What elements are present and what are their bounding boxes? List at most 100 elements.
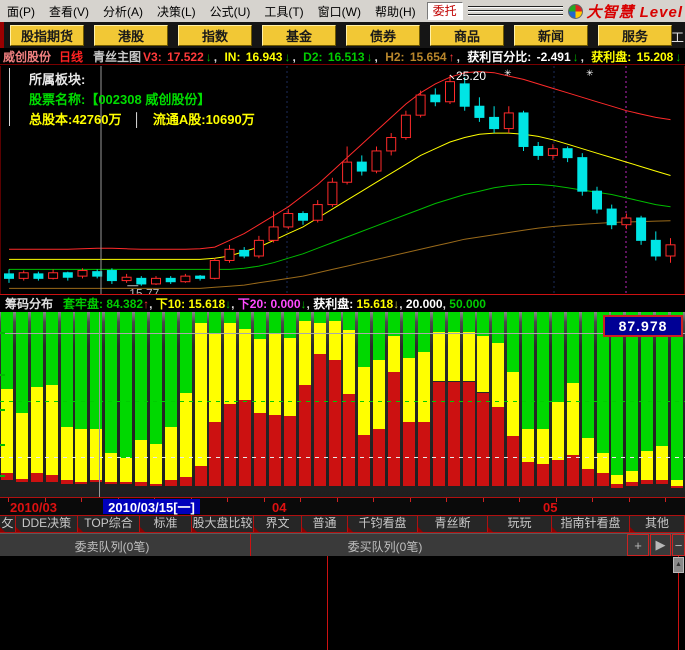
market-tab-bar: 股指期货 港股 指数 基金 债券 商品 新闻 服务 工 (0, 22, 685, 48)
indicator-value: 16.513 (327, 49, 365, 64)
capital-separator: │ (133, 112, 142, 127)
chip-label: 下10: (155, 297, 189, 311)
bar-segment (209, 312, 222, 334)
field-separator: , (292, 49, 300, 64)
chip-bar (477, 312, 490, 495)
bar-segment (45, 312, 58, 386)
market-tab-3[interactable]: 指数 (178, 25, 252, 46)
candlestick-panel[interactable]: 25.20 15.77 ✳ ✳ 所属板块: 股票名称:【002308 威创股份】 总股… (0, 66, 685, 301)
market-tab-1[interactable]: 股指期货 (10, 25, 84, 46)
layout-tab-2[interactable]: DDE决策 (16, 516, 78, 533)
menu-item[interactable]: 查看(V) (42, 3, 96, 20)
bar-segment (30, 387, 43, 473)
bar-segment (239, 399, 252, 486)
peak-annotation: 25.20 (456, 69, 486, 83)
chip-bar (90, 312, 103, 495)
indicator-arrow: ↓ (675, 49, 682, 64)
period-label[interactable]: 日线 (59, 48, 83, 65)
bar-segment (641, 480, 654, 485)
timeline-axis[interactable]: 2010/03 04 05 2010/03/15[一] (0, 497, 685, 516)
layout-tab-10[interactable]: 玩玩 (488, 516, 552, 533)
chip-bar (120, 312, 133, 495)
chip-bar (298, 312, 311, 495)
timeline-tick (373, 498, 374, 502)
field-separator: , (231, 297, 238, 311)
bar-segment (656, 480, 669, 485)
bar-segment (403, 421, 416, 486)
menu-item[interactable]: 公式(U) (203, 3, 258, 20)
bar-segment (224, 312, 237, 323)
layout-tab-5[interactable]: 股大盘比较 (192, 516, 254, 533)
layout-tab-12[interactable]: 其他 (630, 516, 685, 533)
timeline-tick (8, 498, 9, 502)
chip-label: 获利盘: (313, 297, 357, 311)
market-tab-6[interactable]: 商品 (430, 25, 504, 46)
add-button[interactable]: + (627, 534, 649, 556)
bar-segment (492, 312, 505, 344)
layout-tab-11[interactable]: 指南针看盘 (552, 516, 630, 533)
indicator-field: D2: 16.513 ↓, (303, 50, 383, 64)
field-separator: , (580, 49, 588, 64)
bar-segment (432, 312, 445, 333)
timeline-tick (629, 498, 630, 502)
bar-segment (507, 372, 520, 437)
chip-bar (611, 312, 624, 495)
profit-ratio-box: 87.978 (603, 315, 683, 337)
bar-segment (566, 383, 579, 455)
chip-bar (179, 312, 192, 495)
chip-bar (30, 312, 43, 495)
market-tab-2[interactable]: 港股 (94, 25, 168, 46)
menu-item[interactable]: 面(P) (0, 3, 42, 20)
axis-tick (0, 374, 5, 376)
menu-item[interactable]: 工具(T) (257, 3, 310, 20)
chip-field: 20.000, (406, 297, 449, 311)
bar-segment (596, 452, 609, 473)
layout-tab-4[interactable]: 标准 (140, 516, 192, 533)
field-separator: , (213, 49, 221, 64)
chip-field: 50.000 (449, 297, 486, 311)
minus-button[interactable]: − (672, 534, 685, 556)
bar-segment (566, 454, 579, 486)
market-tab-4[interactable]: 基金 (262, 25, 336, 46)
bar-segment (551, 312, 564, 402)
menu-item[interactable]: 决策(L) (150, 3, 203, 20)
bar-segment (313, 354, 326, 486)
market-tab-7[interactable]: 新闻 (514, 25, 588, 46)
chip-bar (135, 312, 147, 495)
menu-item[interactable]: 窗口(W) (311, 3, 368, 20)
menu-items: 面(P) 查看(V) 分析(A) 决策(L) 公式(U) 工具(T) 窗口(W) 帮助(H) (0, 3, 423, 20)
toolbar-grip[interactable] (467, 6, 564, 16)
chip-bar (462, 312, 475, 495)
layout-tab-8[interactable]: 千钧看盘 (348, 516, 418, 533)
indicator-label: V3: (143, 49, 166, 64)
menu-item[interactable]: 分析(A) (96, 3, 150, 20)
layout-tab-1[interactable]: 攵 (0, 516, 16, 533)
indicator-label: H2: (385, 49, 408, 64)
bar-segment (239, 312, 252, 329)
layout-tab-9[interactable]: 青丝断 (418, 516, 488, 533)
chip-value: 0.000 (270, 297, 301, 311)
bar-segment (75, 429, 88, 483)
float-capital: 流通A股:10690万 (152, 112, 255, 127)
layout-tab-3[interactable]: TOP综合 (78, 516, 140, 533)
bar-segment (179, 312, 192, 393)
menu-item[interactable]: 帮助(H) (368, 3, 423, 20)
chip-bar-chart-panel[interactable]: 87.978 (0, 312, 685, 497)
queue-divider (250, 534, 251, 557)
bar-segment (328, 312, 341, 322)
layout-tab-6[interactable]: 界文 (254, 516, 302, 533)
ma-line-D2 (9, 184, 671, 270)
layout-tab-7[interactable]: 普通 (302, 516, 348, 533)
chip-bar (313, 312, 326, 495)
bar-segment (462, 332, 475, 382)
bar-segment (75, 482, 88, 484)
bar-segment (283, 416, 296, 486)
market-tab-5[interactable]: 债券 (346, 25, 420, 46)
scrollbar-up-arrow[interactable]: ▲ (673, 557, 684, 573)
play-button[interactable]: ▶ (650, 534, 671, 556)
bar-segment (164, 312, 177, 428)
chip-fields: 套牢盘: 84.382↑, 下10: 15.618↓, 下20: 0.000↓,… (63, 295, 486, 312)
market-tab-8[interactable]: 服务 (598, 25, 672, 46)
entrust-button[interactable]: 委托 (426, 2, 463, 20)
chip-bar (388, 312, 401, 495)
